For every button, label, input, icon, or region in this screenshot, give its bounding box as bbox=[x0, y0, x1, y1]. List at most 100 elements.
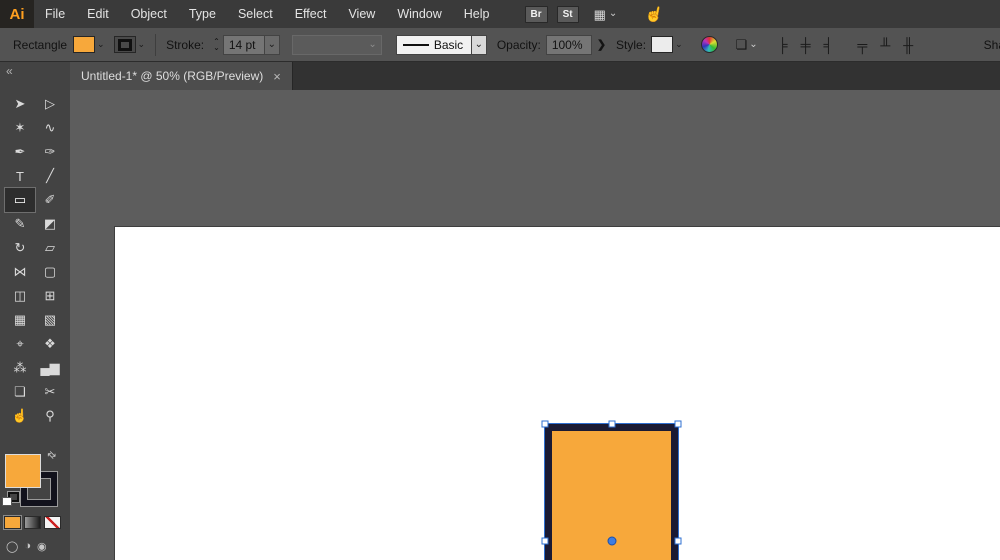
menu-window[interactable]: Window bbox=[386, 0, 452, 28]
tool-grid: ➤ ▷ ✶ ∿ ✒ ✑ T ╱ ▭ ✐ ✎ ◩ ↻ ▱ ⋈ ▢ ◫ ⊞ ▦ ▧ … bbox=[5, 92, 65, 428]
selection-handle-e[interactable] bbox=[675, 538, 682, 545]
draw-behind-icon[interactable]: ◑ bbox=[24, 540, 31, 553]
fill-swatch[interactable] bbox=[5, 454, 41, 488]
align-horizontal-left-icon[interactable]: ╞ bbox=[778, 37, 788, 53]
align-vertical-bottom-icon[interactable]: ╨ bbox=[880, 37, 890, 53]
hand-tool[interactable]: ☝ bbox=[5, 404, 35, 428]
opacity-expand-icon[interactable]: ❯ bbox=[597, 38, 606, 51]
swap-fill-stroke-icon[interactable]: ⇄ bbox=[44, 449, 58, 463]
menu-select[interactable]: Select bbox=[227, 0, 284, 28]
menu-file[interactable]: File bbox=[34, 0, 76, 28]
stepper-down-icon[interactable]: ⌄ bbox=[213, 45, 220, 51]
column-graph-tool[interactable]: ▄▆ bbox=[35, 356, 65, 380]
transform-dropdown[interactable]: ❏ ⌄ bbox=[736, 37, 758, 53]
transform-box-icon: ❏ bbox=[736, 37, 748, 53]
rectangle-tool[interactable]: ▭ bbox=[5, 188, 35, 212]
mesh-tool[interactable]: ▦ bbox=[5, 308, 35, 332]
draw-normal-icon[interactable]: ◯ bbox=[6, 540, 18, 553]
menu-view[interactable]: View bbox=[337, 0, 386, 28]
chevron-down-icon[interactable]: ⌄ bbox=[138, 39, 146, 50]
rotate-tool[interactable]: ↻ bbox=[5, 236, 35, 260]
fill-color-swatch[interactable] bbox=[73, 36, 95, 53]
brush-definition-caret[interactable]: ⌄ bbox=[472, 35, 487, 55]
line-segment-tool[interactable]: ╱ bbox=[35, 164, 65, 188]
chevron-down-icon: ⌄ bbox=[368, 40, 376, 50]
canvas-area[interactable] bbox=[70, 90, 1000, 560]
blend-tool[interactable]: ❖ bbox=[35, 332, 65, 356]
distribute-vertical-icon[interactable]: ╫ bbox=[903, 37, 913, 53]
symbol-sprayer-tool[interactable]: ⁂ bbox=[5, 356, 35, 380]
width-tool[interactable]: ⋈ bbox=[5, 260, 35, 284]
menu-help[interactable]: Help bbox=[453, 0, 501, 28]
stroke-weight-dropdown[interactable]: ⌄ bbox=[265, 35, 280, 55]
context-label: Rectangle bbox=[13, 38, 71, 52]
menu-object[interactable]: Object bbox=[120, 0, 178, 28]
align-vertical-top-icon[interactable]: ╤ bbox=[857, 37, 867, 53]
gradient-tool[interactable]: ▧ bbox=[35, 308, 65, 332]
brush-stroke-preview-icon bbox=[403, 44, 429, 46]
menu-type[interactable]: Type bbox=[178, 0, 227, 28]
eyedropper-tool[interactable]: ⌖ bbox=[5, 332, 35, 356]
color-mode-button[interactable] bbox=[4, 516, 21, 529]
curvature-tool[interactable]: ✑ bbox=[35, 140, 65, 164]
app-logo[interactable]: Ai bbox=[0, 0, 34, 28]
draw-inside-icon[interactable]: ◉ bbox=[37, 540, 47, 553]
selection-handle-ne[interactable] bbox=[675, 421, 682, 428]
menu-effect[interactable]: Effect bbox=[284, 0, 338, 28]
workspace-grid-icon: ▦ bbox=[594, 8, 606, 21]
graphic-style-swatch[interactable] bbox=[651, 36, 673, 53]
eraser-tool[interactable]: ◩ bbox=[35, 212, 65, 236]
stroke-color-swatch[interactable] bbox=[114, 36, 136, 53]
stroke-weight-value[interactable]: 14 pt bbox=[223, 35, 265, 55]
default-fill-stroke-icon[interactable] bbox=[2, 492, 18, 506]
artboard[interactable] bbox=[115, 227, 1000, 560]
stroke-ring-icon bbox=[118, 39, 132, 51]
stroke-weight-label[interactable]: Stroke: bbox=[166, 38, 204, 52]
chevron-down-icon: ⌄ bbox=[749, 40, 757, 50]
selection-handle-nw[interactable] bbox=[542, 421, 549, 428]
stock-button[interactable]: St bbox=[557, 6, 579, 23]
opacity-label[interactable]: Opacity: bbox=[497, 38, 541, 52]
recolor-artwork-icon[interactable] bbox=[701, 36, 718, 53]
artboard-tool[interactable]: ❏ bbox=[5, 380, 35, 404]
touch-workspace-icon[interactable]: ☝ bbox=[644, 3, 666, 24]
drawing-mode-buttons: ◯ ◑ ◉ bbox=[6, 540, 47, 553]
free-transform-tool[interactable]: ▢ bbox=[35, 260, 65, 284]
collapse-panel-icon[interactable]: « bbox=[6, 64, 13, 78]
align-horizontal-right-icon[interactable]: ╡ bbox=[824, 37, 834, 53]
object-center-point[interactable] bbox=[607, 537, 616, 546]
selection-handle-w[interactable] bbox=[542, 538, 549, 545]
opacity-value-field[interactable]: 100% bbox=[546, 35, 592, 55]
selection-handle-n[interactable] bbox=[608, 421, 615, 428]
magic-wand-tool[interactable]: ✶ bbox=[5, 116, 35, 140]
align-horizontal-center-icon[interactable]: ╪ bbox=[801, 37, 811, 53]
chevron-down-icon[interactable]: ⌄ bbox=[675, 39, 683, 50]
pencil-tool[interactable]: ✎ bbox=[5, 212, 35, 236]
zoom-tool[interactable]: ⚲ bbox=[35, 404, 65, 428]
brush-definition-dropdown[interactable]: Basic bbox=[396, 35, 472, 55]
chevron-down-icon[interactable]: ⌄ bbox=[97, 39, 105, 50]
chevron-down-icon: ⌄ bbox=[268, 40, 276, 50]
stroke-weight-stepper[interactable]: ⌃ ⌄ bbox=[213, 39, 220, 51]
bridge-button[interactable]: Br bbox=[525, 6, 548, 23]
perspective-grid-tool[interactable]: ⊞ bbox=[35, 284, 65, 308]
selection-tool[interactable]: ➤ bbox=[5, 92, 35, 116]
shape-label-truncated: Sha bbox=[984, 38, 1000, 52]
gradient-mode-button[interactable] bbox=[24, 516, 41, 529]
close-icon[interactable]: × bbox=[273, 69, 281, 84]
chevron-down-icon: ⌄ bbox=[609, 9, 617, 19]
slice-tool[interactable]: ✂ bbox=[35, 380, 65, 404]
align-group-vertical: ╤ ╨ ╫ bbox=[857, 37, 913, 53]
scale-tool[interactable]: ▱ bbox=[35, 236, 65, 260]
none-mode-button[interactable] bbox=[44, 516, 61, 529]
type-tool[interactable]: T bbox=[5, 164, 35, 188]
document-tab[interactable]: Untitled-1* @ 50% (RGB/Preview) × bbox=[70, 62, 293, 90]
direct-selection-tool[interactable]: ▷ bbox=[35, 92, 65, 116]
shape-builder-tool[interactable]: ◫ bbox=[5, 284, 35, 308]
workspace-switcher[interactable]: ▦ ⌄ bbox=[594, 8, 618, 21]
lasso-tool[interactable]: ∿ bbox=[35, 116, 65, 140]
paintbrush-tool[interactable]: ✐ bbox=[35, 188, 65, 212]
default-fill-icon bbox=[2, 497, 12, 506]
menu-edit[interactable]: Edit bbox=[76, 0, 120, 28]
pen-tool[interactable]: ✒ bbox=[5, 140, 35, 164]
